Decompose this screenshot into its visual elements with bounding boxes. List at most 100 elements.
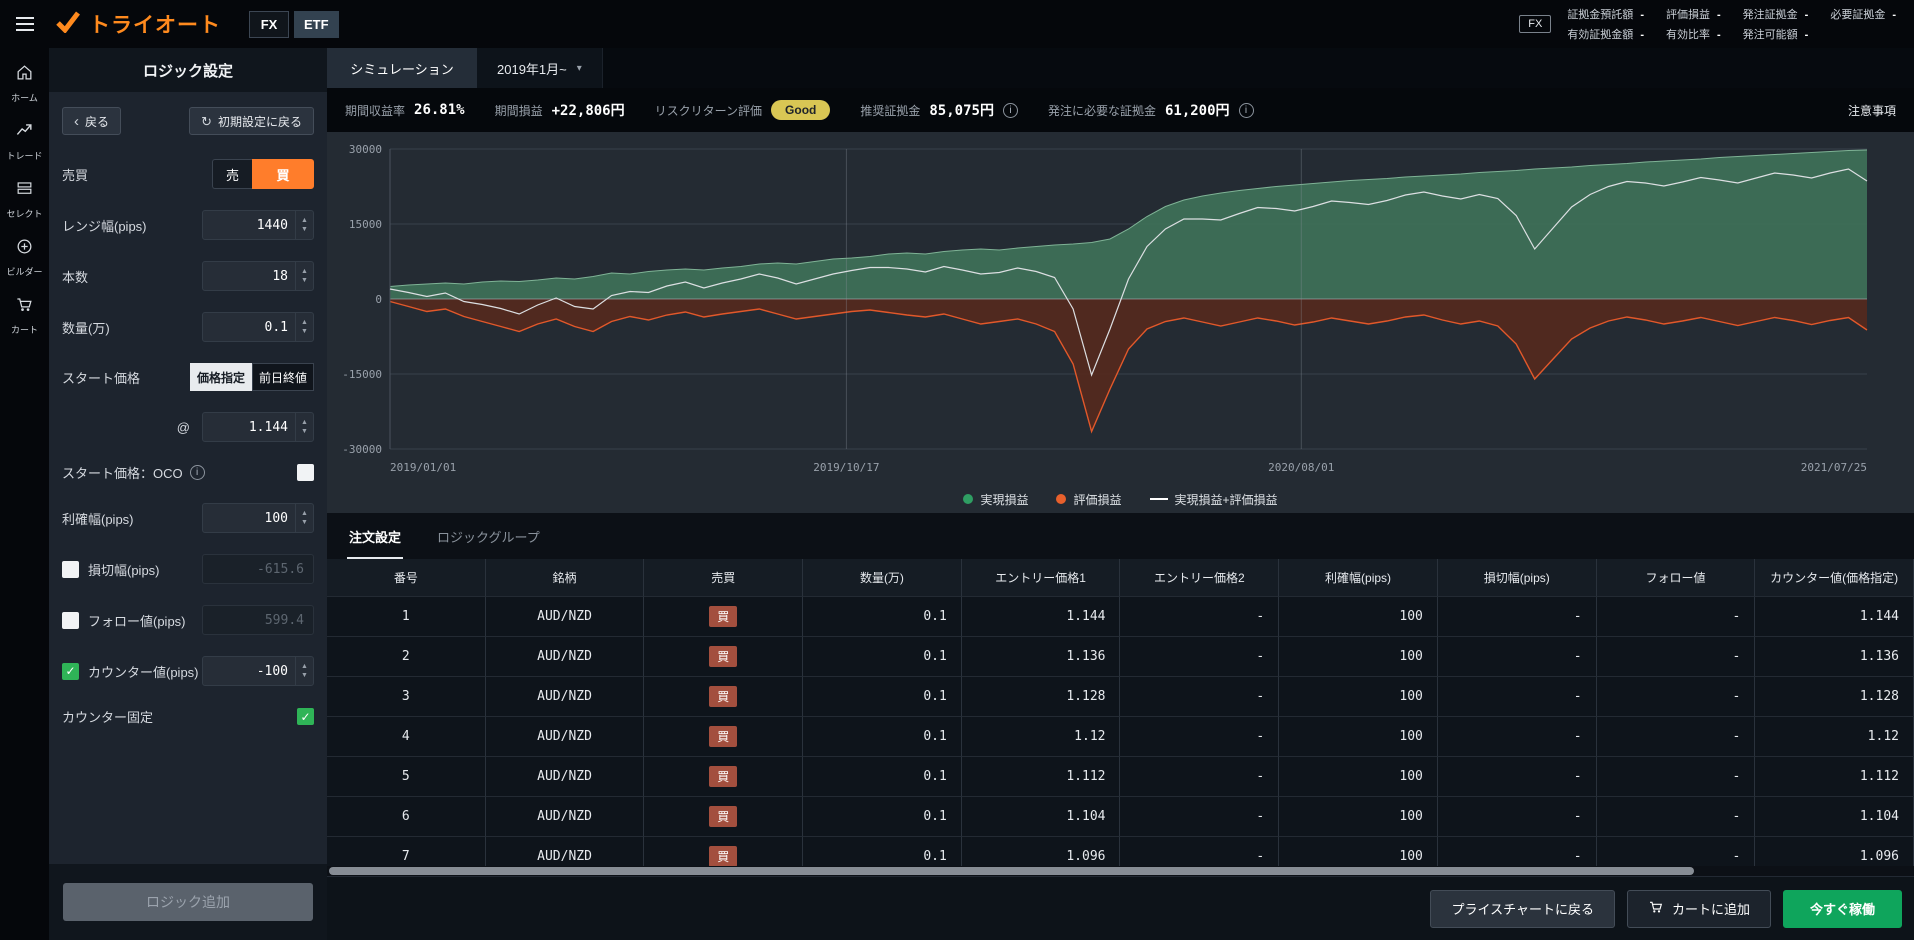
- stop-loss-checkbox[interactable]: [62, 560, 79, 578]
- chevron-down-icon: ▾: [576, 62, 582, 74]
- tab-simulation[interactable]: シミュレーション: [327, 48, 477, 88]
- table-row[interactable]: 3 AUD/NZD 買 0.1 1.128-100- -1.128: [327, 677, 1914, 717]
- reset-button[interactable]: ↻ 初期設定に戻る: [189, 107, 314, 135]
- table-row[interactable]: 7 AUD/NZD 買 0.1 1.096-100- -1.096: [327, 837, 1914, 866]
- builder-icon: [15, 237, 34, 261]
- cell: AUD/NZD: [485, 717, 645, 757]
- counter-value-checkbox[interactable]: ✓: [62, 662, 79, 680]
- account-stat[interactable]: 発注証拠金 -: [1743, 6, 1809, 22]
- legend-swatch: [963, 494, 974, 504]
- count-stepper[interactable]: ▲ ▼: [295, 262, 313, 290]
- reset-icon: ↻: [201, 113, 212, 129]
- stepper-up-icon[interactable]: ▲: [301, 268, 308, 275]
- sidebar-item-trade[interactable]: トレード: [0, 112, 49, 170]
- count-input[interactable]: ▲▼: [202, 261, 314, 291]
- buy-badge: 買: [709, 606, 738, 627]
- prev-close-button[interactable]: 前日終値: [252, 363, 314, 391]
- quantity-input[interactable]: ▲▼: [202, 312, 314, 342]
- count-value[interactable]: [203, 262, 295, 290]
- cell: AUD/NZD: [486, 837, 645, 866]
- sidebar-item-builder[interactable]: ビルダー: [0, 228, 49, 286]
- tab-fx[interactable]: FX: [249, 10, 289, 38]
- cell: 買: [644, 637, 804, 677]
- counter-fixed-checkbox[interactable]: ✓: [297, 708, 314, 725]
- stepper-down-icon[interactable]: ▼: [301, 519, 308, 526]
- account-stat[interactable]: 有効証拠金額 -: [1567, 26, 1644, 42]
- info-icon[interactable]: i: [1238, 102, 1254, 118]
- account-stat-label: 必要証拠金: [1830, 9, 1886, 21]
- sim-stat-label: 推奨証拠金: [860, 103, 921, 118]
- home-icon: [15, 63, 34, 87]
- table-row[interactable]: 6 AUD/NZD 買 0.1 1.104-100- -1.104: [327, 797, 1914, 837]
- sidebar-item-home[interactable]: ホーム: [0, 54, 49, 112]
- stepper-up-icon[interactable]: ▲: [301, 510, 308, 517]
- stepper-down-icon[interactable]: ▼: [301, 328, 308, 335]
- reset-button-label: 初期設定に戻る: [217, 114, 302, 129]
- info-icon[interactable]: i: [1002, 102, 1018, 118]
- start-price-input[interactable]: ▲▼: [202, 412, 314, 442]
- account-stats: 証拠金預託額 - 評価損益 - 発注証拠金 - 必要証拠金 - 有効証拠金額 - 有効比率 - 発注可能…: [1567, 6, 1896, 42]
- scrollbar-thumb[interactable]: [329, 867, 1694, 875]
- tab-etf[interactable]: ETF: [294, 10, 339, 38]
- sidebar-item-select[interactable]: セレクト: [0, 170, 49, 228]
- stepper-down-icon[interactable]: ▼: [301, 226, 308, 233]
- buy-button[interactable]: 買: [252, 159, 314, 189]
- range-stepper[interactable]: ▲ ▼: [295, 211, 313, 239]
- follow-value-checkbox[interactable]: [62, 611, 79, 629]
- add-to-cart-button[interactable]: カートに追加: [1626, 889, 1771, 928]
- oco-checkbox[interactable]: [297, 464, 314, 481]
- quantity-value[interactable]: [203, 313, 295, 341]
- horizontal-scrollbar[interactable]: [327, 866, 1914, 876]
- stepper-down-icon[interactable]: ▼: [301, 672, 308, 679]
- account-stat-value: -: [1716, 29, 1721, 41]
- stepper-down-icon[interactable]: ▼: [301, 428, 308, 435]
- cell: -: [1120, 837, 1280, 866]
- stepper-up-icon[interactable]: ▲: [301, 663, 308, 670]
- stepper-down-icon[interactable]: ▼: [301, 277, 308, 284]
- stepper-up-icon[interactable]: ▲: [301, 419, 308, 426]
- sell-button[interactable]: 売: [212, 159, 252, 189]
- notice-link[interactable]: 注意事項: [1848, 102, 1896, 119]
- account-stat[interactable]: 必要証拠金 -: [1830, 6, 1896, 22]
- table-row[interactable]: 2 AUD/NZD 買 0.1 1.136-100- -1.136: [327, 637, 1914, 677]
- range-width-input[interactable]: ▲▼: [202, 210, 314, 240]
- start-price-stepper[interactable]: ▲ ▼: [295, 413, 313, 441]
- tab-logic-group[interactable]: ロジックグループ: [435, 514, 542, 559]
- counter-stepper[interactable]: ▲ ▼: [295, 657, 313, 685]
- side-toggle: 売 買: [212, 159, 314, 189]
- stepper-up-icon[interactable]: ▲: [301, 217, 308, 224]
- add-logic-button[interactable]: ロジック追加: [63, 883, 313, 921]
- cell: 1.128: [1755, 677, 1914, 717]
- table-row[interactable]: 5 AUD/NZD 買 0.1 1.112-100- -1.112: [327, 757, 1914, 797]
- account-stat[interactable]: 有効比率 -: [1666, 26, 1721, 42]
- counter-value-input[interactable]: ▲▼: [202, 656, 314, 686]
- tab-order-settings[interactable]: 注文設定: [347, 514, 404, 559]
- price-specify-button[interactable]: 価格指定: [190, 363, 252, 391]
- menu-icon[interactable]: [0, 17, 49, 31]
- table-row[interactable]: 4 AUD/NZD 買 0.1 1.12-100- -1.12: [327, 717, 1914, 757]
- take-profit-input[interactable]: ▲▼: [202, 503, 314, 533]
- start-price-value[interactable]: [203, 413, 295, 441]
- run-now-button[interactable]: 今すぐ稼働: [1782, 889, 1902, 928]
- take-profit-value[interactable]: [203, 504, 295, 532]
- back-button[interactable]: ‹ 戻る: [62, 107, 122, 135]
- cell: 100: [1279, 637, 1438, 677]
- info-icon[interactable]: i: [189, 465, 205, 480]
- account-stat-value: -: [1804, 29, 1809, 41]
- brand-logo[interactable]: トライオート: [55, 9, 221, 39]
- take-profit-label: 利確幅(pips): [62, 511, 134, 527]
- period-dropdown[interactable]: 2019年1月~ ▾: [477, 48, 603, 88]
- account-stat[interactable]: 発注可能額 -: [1743, 26, 1809, 42]
- cell: -: [1120, 637, 1280, 677]
- cell: 6: [327, 797, 486, 837]
- back-to-price-chart-button[interactable]: プライスチャートに戻る: [1430, 889, 1615, 928]
- counter-value[interactable]: [203, 657, 295, 685]
- stepper-up-icon[interactable]: ▲: [301, 319, 308, 326]
- take-profit-stepper[interactable]: ▲ ▼: [295, 504, 313, 532]
- account-stat[interactable]: 証拠金預託額 -: [1567, 6, 1644, 22]
- quantity-stepper[interactable]: ▲ ▼: [295, 313, 313, 341]
- account-stat[interactable]: 評価損益 -: [1666, 6, 1721, 22]
- range-width-value[interactable]: [203, 211, 295, 239]
- sidebar-item-cart[interactable]: カート: [0, 286, 49, 344]
- table-row[interactable]: 1 AUD/NZD 買 0.1 1.144-100- -1.144: [327, 597, 1914, 637]
